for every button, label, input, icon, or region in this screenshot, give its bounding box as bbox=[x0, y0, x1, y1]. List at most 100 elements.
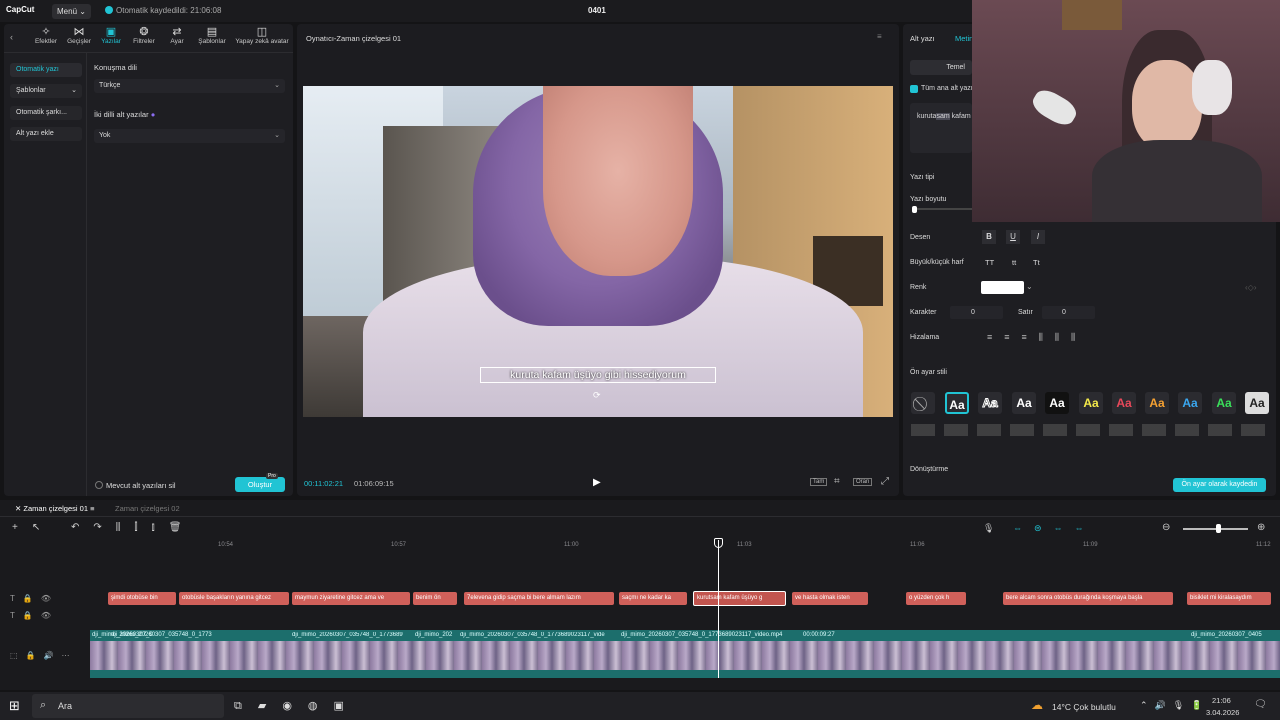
playhead[interactable] bbox=[718, 540, 719, 678]
align-label: Hizalama bbox=[910, 334, 940, 341]
sidebar-item-auto-caption[interactable]: Otomatik yazı bbox=[10, 63, 82, 77]
preset-style-1[interactable]: Aa bbox=[945, 392, 969, 414]
basic-tab[interactable]: Temel bbox=[910, 60, 972, 75]
sidebar-item-label: Şablonlar bbox=[16, 87, 46, 94]
caption-clip[interactable]: bisiklet mi kiralasaydım bbox=[1187, 592, 1271, 605]
line-spacing-input[interactable]: 0 bbox=[1042, 306, 1095, 319]
ratio-button[interactable]: Oran bbox=[853, 478, 873, 486]
effects-icon: ✧ bbox=[41, 26, 51, 38]
preset-style-7[interactable]: Aa bbox=[1145, 392, 1169, 414]
caption-clip[interactable]: maymun ziyaretine gitcez ama ve bbox=[292, 592, 410, 605]
all-captions-checkbox[interactable] bbox=[910, 85, 918, 93]
toolbar-effects[interactable]: ✧ Efektler bbox=[28, 26, 64, 45]
bold-button[interactable]: B bbox=[982, 230, 996, 244]
char-spacing-input[interactable]: 0 bbox=[950, 306, 1003, 319]
caption-clip[interactable]: şimdi otobüse bin bbox=[108, 592, 176, 605]
preset-style-6[interactable]: Aa bbox=[1112, 392, 1136, 414]
caption-clip[interactable]: ve hasta olmak isten bbox=[792, 592, 868, 605]
weather-text[interactable]: 14°C Çok bulutlu bbox=[1052, 702, 1116, 712]
caption-clip[interactable]: otobüsle başakların yanına gitcez bbox=[179, 592, 289, 605]
speech-language-label: Konuşma dili bbox=[94, 63, 137, 72]
menu-button[interactable]: Menü ⌄ bbox=[52, 4, 91, 19]
snap-tools[interactable]: ⇔⊜⇔⇔ bbox=[1013, 523, 1096, 534]
crop-icon[interactable]: ⌗ bbox=[834, 476, 840, 487]
no-style-icon[interactable]: ⃠ bbox=[911, 392, 935, 414]
delete-existing-checkbox[interactable] bbox=[95, 481, 103, 489]
chevron-down-icon[interactable]: ⌄ bbox=[1026, 282, 1033, 291]
preset-style-4[interactable]: Aa bbox=[1045, 392, 1069, 414]
preset-style-2[interactable]: Aa bbox=[978, 392, 1002, 414]
italic-button[interactable]: I bbox=[1031, 230, 1045, 244]
select-value: Türkçe bbox=[99, 82, 121, 89]
text-editor[interactable] bbox=[910, 103, 972, 153]
caption-track-2-controls[interactable]: T🔒👁 bbox=[10, 611, 59, 620]
zoom-slider-handle[interactable] bbox=[1216, 524, 1221, 533]
tab-caption[interactable]: Alt yazı bbox=[910, 34, 935, 43]
search-icon: ⌕ bbox=[40, 699, 47, 711]
sidebar-item-auto-lyrics[interactable]: Otomatik şarkı... bbox=[10, 106, 82, 120]
save-preset-button[interactable]: Ön ayar olarak kaydedin bbox=[1173, 478, 1266, 492]
full-quality-button[interactable]: Tam bbox=[810, 478, 828, 486]
alignment-buttons[interactable]: ≡≡≡⫼⫼⫼ bbox=[987, 332, 1087, 343]
notification-icon[interactable]: 🗨 bbox=[1254, 699, 1267, 710]
subtitle-overlay[interactable]: kuruta kafam üşüyo gibi hissediyorum bbox=[480, 367, 716, 383]
play-button[interactable]: ▶ bbox=[593, 477, 601, 488]
zoom-in-icon[interactable]: ⊕ bbox=[1257, 522, 1265, 533]
timeline-tools[interactable]: +↖ ↶↷⫼⫿⫾🗑 bbox=[12, 522, 195, 533]
preset-label: Ön ayar stili bbox=[910, 369, 947, 376]
font-size-slider-handle[interactable] bbox=[912, 206, 917, 213]
case-lower-button[interactable]: tt bbox=[1012, 258, 1016, 267]
underline-button[interactable]: U bbox=[1006, 230, 1020, 244]
collapse-left-icon[interactable]: ‹ bbox=[10, 32, 13, 42]
video-preview[interactable]: kuruta kafam üşüyo gibi hissediyorum ⟳ bbox=[303, 86, 893, 417]
rotate-handle-icon[interactable]: ⟳ bbox=[593, 390, 601, 401]
toolbar-label: Yazılar bbox=[101, 38, 121, 45]
font-size-slider[interactable] bbox=[913, 208, 972, 210]
windows-start-icon[interactable]: ⊞ bbox=[9, 698, 20, 714]
toolbar-templates[interactable]: ▤ Şablonlar bbox=[194, 26, 230, 45]
toolbar-adjust[interactable]: ⇄ Ayar bbox=[159, 26, 195, 45]
timeline-tab-2[interactable]: Zaman çizelgesi 02 bbox=[115, 504, 180, 513]
preset-style-10[interactable]: Aa bbox=[1245, 392, 1269, 414]
fullscreen-icon[interactable]: ⤢ bbox=[881, 476, 889, 487]
color-label: Renk bbox=[910, 284, 927, 291]
zoom-out-icon[interactable]: ⊖ bbox=[1162, 522, 1170, 533]
case-upper-button[interactable]: TT bbox=[985, 258, 994, 267]
autosave-status: Otomatik kaydedildi: 21:06:08 bbox=[105, 6, 221, 15]
preset-style-8[interactable]: Aa bbox=[1178, 392, 1202, 414]
sidebar-item-add-caption[interactable]: Alt yazı ekle bbox=[10, 127, 82, 141]
preset-style-row-2[interactable] bbox=[911, 424, 1266, 436]
video-track-controls[interactable]: ⬚🔒🔊⋯ bbox=[10, 651, 77, 660]
preset-style-3[interactable]: Aa bbox=[1012, 392, 1036, 414]
mic-icon[interactable]: 🎙 bbox=[983, 523, 994, 534]
tab-text[interactable]: Metin bbox=[955, 34, 973, 43]
toolbar-text[interactable]: ▣ Yazılar bbox=[93, 26, 129, 45]
speech-language-select[interactable]: Türkçe ⌄ bbox=[94, 79, 285, 93]
caption-clip[interactable]: bere alcam sonra otobüs durağında koşmay… bbox=[1003, 592, 1173, 605]
toolbar-transitions[interactable]: ⋈ Geçişler bbox=[61, 26, 97, 45]
caption-clip-selected[interactable]: kurutsam kafam üşüyo g bbox=[693, 591, 786, 606]
caption-clip[interactable]: o yüzden çok h bbox=[906, 592, 966, 605]
toolbar-filters[interactable]: ❂ Filtreler bbox=[126, 26, 162, 45]
bilingual-select[interactable]: Yok ⌄ bbox=[94, 129, 285, 143]
sidebar-item-templates[interactable]: Şablonlar ⌄ bbox=[10, 84, 82, 98]
case-title-button[interactable]: Tt bbox=[1033, 258, 1040, 267]
timeline-tab-1[interactable]: ✕ Zaman çizelgesi 01 ≡ bbox=[15, 504, 94, 513]
player-menu-icon[interactable]: ≡ bbox=[877, 32, 882, 41]
taskbar-apps[interactable]: ⧉▰◉◍▣ bbox=[234, 699, 360, 713]
keyframe-icon[interactable]: ‹◇› bbox=[1245, 283, 1256, 292]
toolbar-ai-avatar[interactable]: ◫ Yapay zekâ avatar bbox=[232, 26, 292, 45]
preset-style-9[interactable]: Aa bbox=[1212, 392, 1236, 414]
caption-track-controls[interactable]: T🔒👁 bbox=[10, 594, 59, 603]
preset-style-5[interactable]: Aa bbox=[1079, 392, 1103, 414]
caption-clip[interactable]: saçmı ne kadar ka bbox=[619, 592, 687, 605]
tray-icons[interactable]: ⌃🔊🎙🔋 bbox=[1140, 700, 1209, 711]
font-label: Yazı tipi bbox=[910, 174, 935, 181]
caption-clip[interactable]: 7elevena gidip saçma bi bere almam lazım bbox=[464, 592, 614, 605]
create-button[interactable]: Oluştur bbox=[235, 477, 285, 492]
playhead-handle[interactable] bbox=[714, 538, 723, 548]
ruler-tick: 11:00 bbox=[564, 542, 579, 548]
color-swatch[interactable] bbox=[981, 281, 1024, 294]
transform-label[interactable]: Dönüştürme bbox=[910, 466, 948, 473]
caption-clip[interactable]: benim ön bbox=[413, 592, 457, 605]
